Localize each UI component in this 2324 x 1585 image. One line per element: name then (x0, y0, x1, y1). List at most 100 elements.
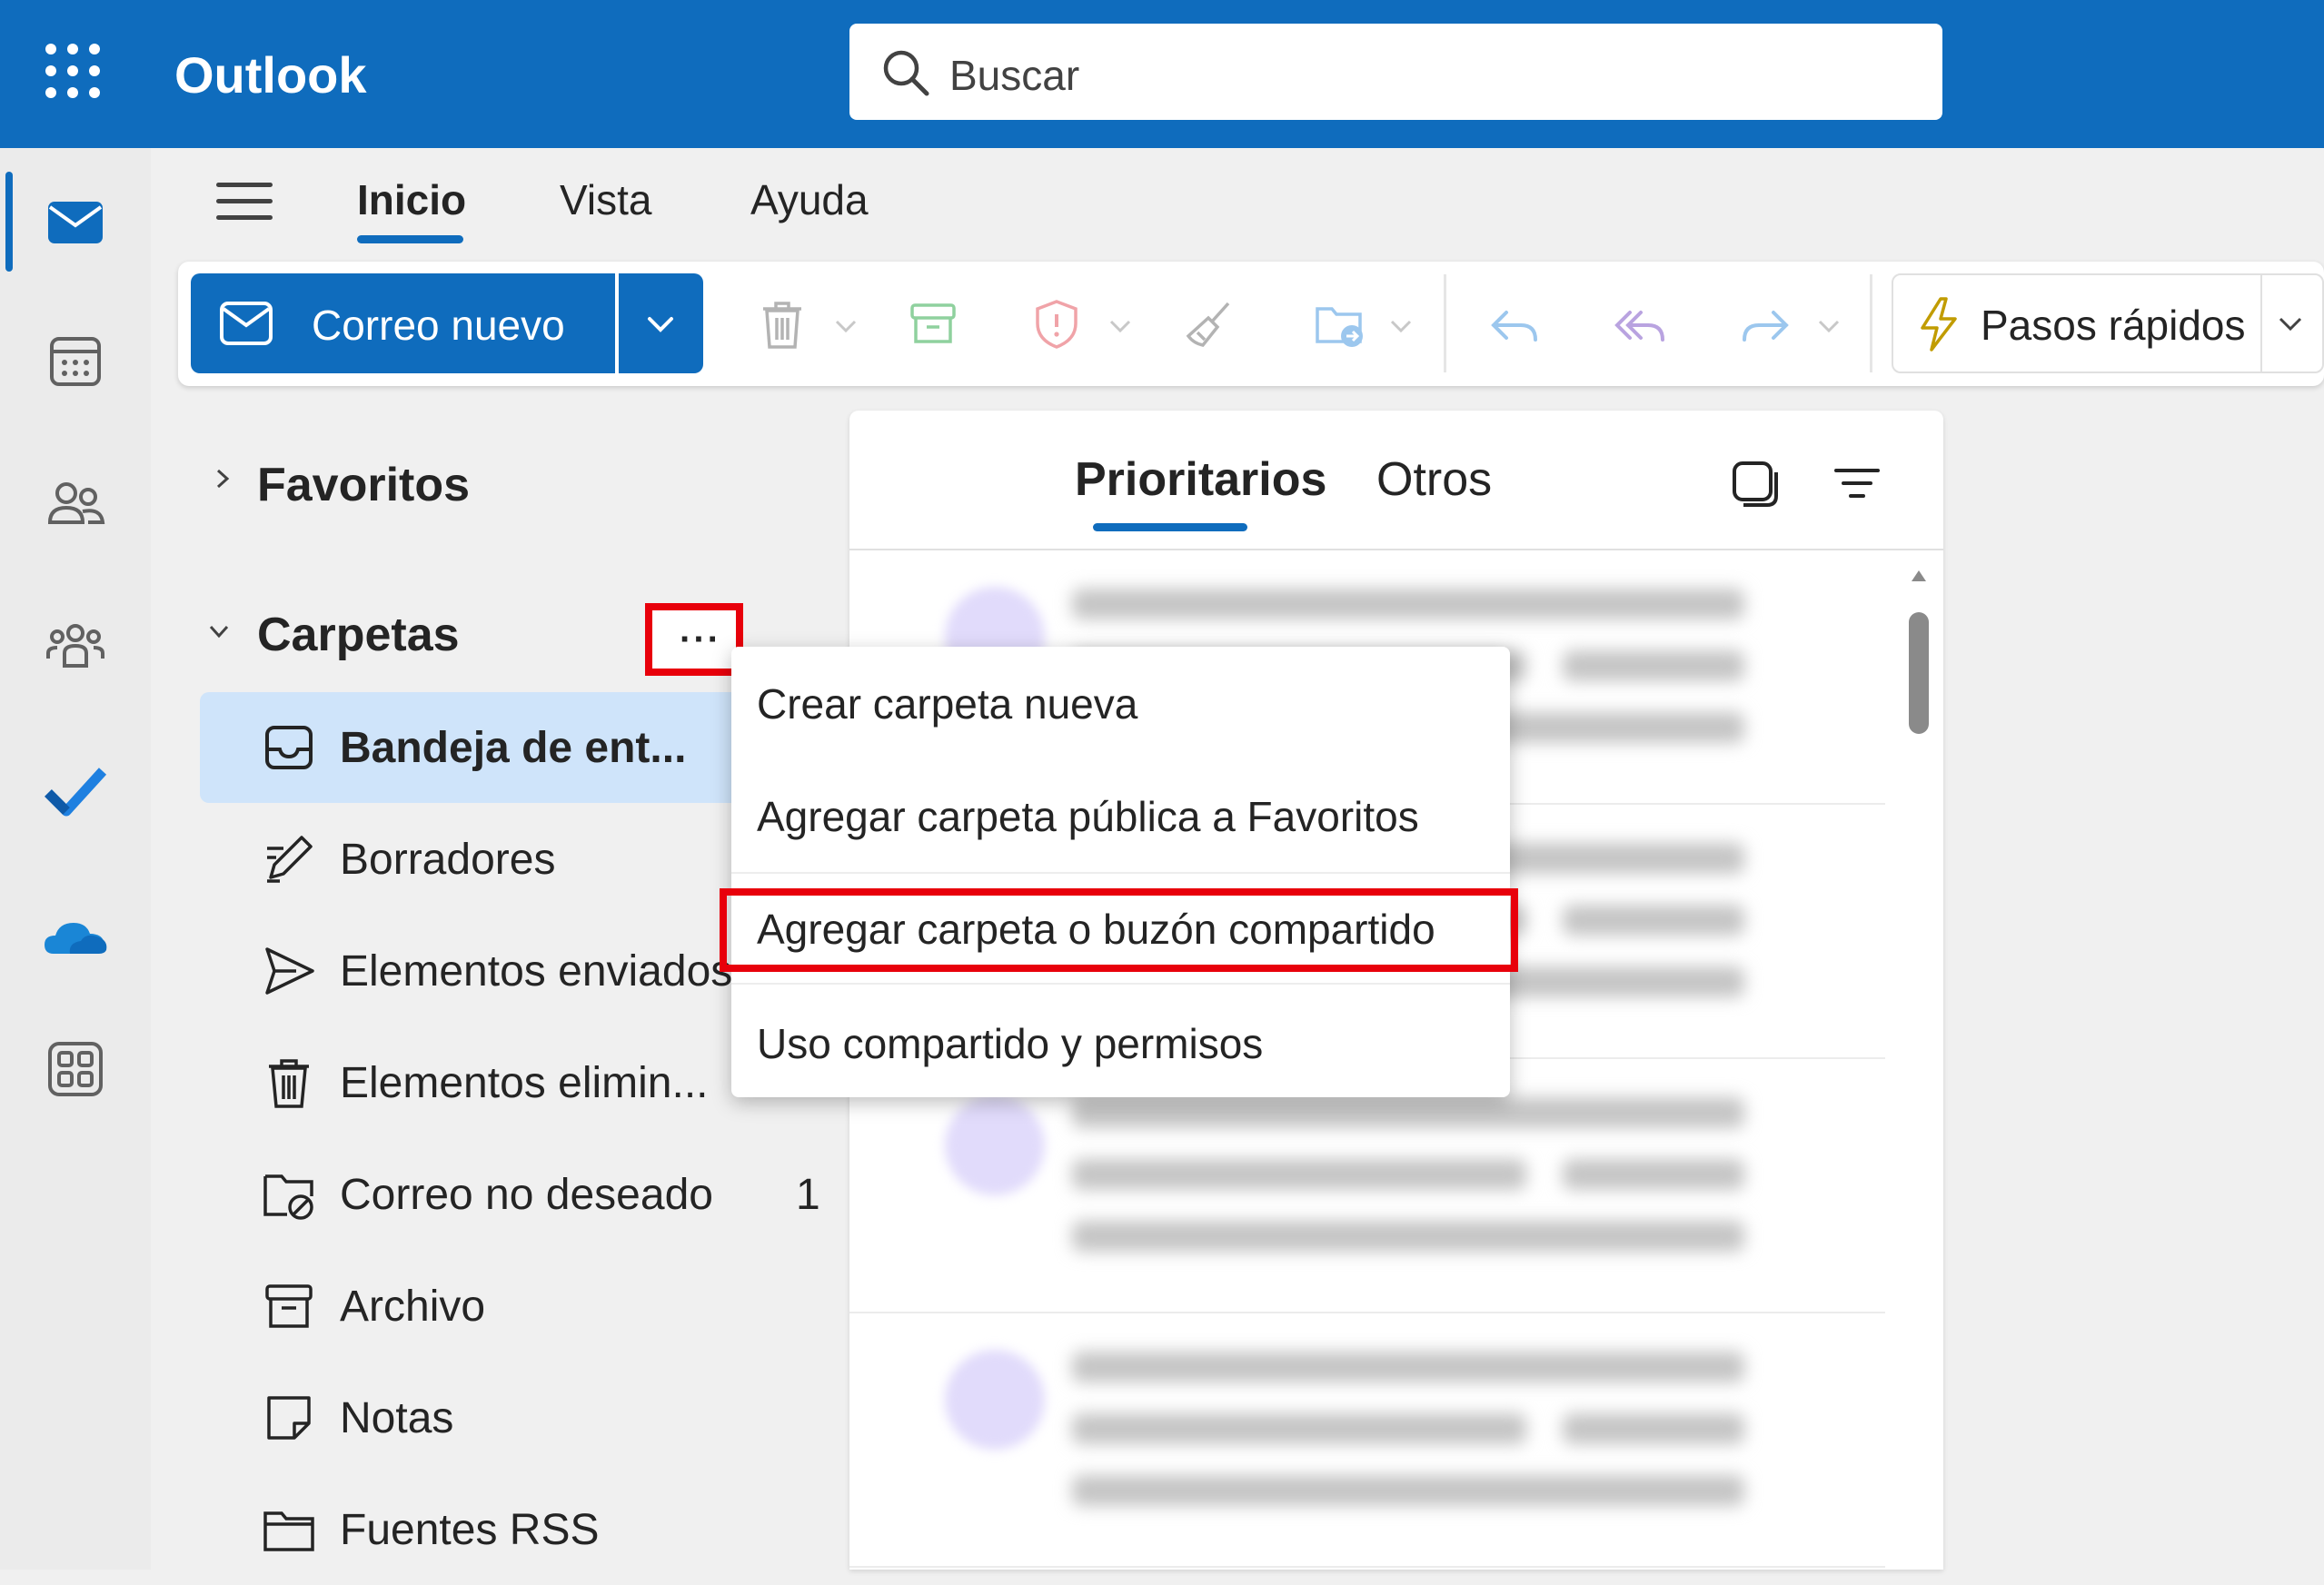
folder-item-sent[interactable]: Elementos enviados (200, 916, 745, 1026)
folder-label: Archivo (340, 1283, 486, 1331)
chevron-down-icon (648, 317, 673, 332)
chevron-down-icon[interactable] (834, 319, 858, 333)
folder-item-deleted[interactable]: Elementos elimin... 2 (200, 1027, 811, 1138)
archive-icon[interactable] (905, 296, 961, 352)
todo-check-icon[interactable] (43, 758, 108, 824)
folder-item-archive[interactable]: Archivo (200, 1251, 745, 1362)
folder-label: Notas (340, 1394, 454, 1442)
tab-vista[interactable]: Vista (560, 175, 651, 224)
forward-icon[interactable] (1737, 296, 1793, 352)
app-rail (0, 148, 151, 1570)
folder-label: Borradores (340, 836, 556, 884)
avatar (945, 1095, 1045, 1195)
blurred-text (1563, 650, 1744, 681)
menu-item-create-folder[interactable]: Crear carpeta nueva (757, 679, 1137, 728)
rail-selection-indicator (5, 172, 13, 272)
new-mail-dropdown-button[interactable] (619, 273, 703, 373)
move-to-folder-icon[interactable] (1312, 296, 1368, 352)
ribbon-toolbar: Correo nuevo Pasos rápidos (178, 262, 2324, 386)
report-shield-icon[interactable] (1028, 296, 1085, 352)
mail-icon[interactable] (43, 189, 108, 254)
app-launcher-icon[interactable] (45, 44, 100, 98)
blurred-text (1072, 1475, 1744, 1506)
highlight-box (720, 888, 1518, 972)
folder-item-junk[interactable]: Correo no deseado 1 (200, 1139, 820, 1250)
quick-steps-divider (2260, 275, 2262, 371)
sweep-broom-icon[interactable] (1181, 296, 1237, 352)
delete-icon[interactable] (754, 296, 810, 352)
blurred-text (1072, 589, 1744, 619)
new-mail-button[interactable]: Correo nuevo (191, 273, 615, 373)
folders-header[interactable]: Carpetas (257, 608, 460, 662)
folder-icon (263, 1511, 314, 1551)
folder-label: Bandeja de ent... (340, 724, 687, 772)
folder-item-notes[interactable]: Notas (200, 1362, 745, 1473)
chevron-down-icon[interactable] (2277, 315, 2304, 333)
folder-item-rss[interactable]: Fuentes RSS (200, 1474, 745, 1585)
tab-focused[interactable]: Prioritarios (1075, 452, 1326, 507)
folder-label: Correo no deseado (340, 1171, 713, 1219)
reply-all-icon[interactable] (1612, 296, 1668, 352)
hamburger-menu-icon[interactable] (216, 183, 273, 220)
folder-label: Elementos elimin... (340, 1059, 709, 1107)
folders-more-options-button[interactable]: ··· (645, 603, 743, 676)
groups-icon[interactable] (43, 611, 108, 677)
folder-label: Fuentes RSS (340, 1506, 600, 1554)
blurred-text (1072, 1097, 1744, 1128)
avatar (945, 1350, 1045, 1450)
menu-item-add-public-folder-favorites[interactable]: Agregar carpeta pública a Favoritos (757, 792, 1419, 841)
filter-icon[interactable] (1832, 460, 1882, 509)
search-placeholder: Buscar (949, 52, 1080, 99)
message-list-header: Prioritarios Otros (849, 411, 1943, 550)
toolbar-divider (1870, 274, 1872, 372)
folder-unread-count: 1 (796, 1171, 820, 1219)
trash-icon (269, 1059, 309, 1108)
active-tab-underline (1093, 523, 1247, 531)
chevron-right-icon[interactable] (213, 469, 233, 489)
top-bar: Outlook Buscar (0, 0, 2324, 148)
tab-ayuda[interactable]: Ayuda (750, 175, 869, 224)
apps-icon[interactable] (43, 1036, 108, 1102)
blurred-text (1072, 1221, 1744, 1252)
menu-separator (731, 983, 1510, 985)
blurred-text (1072, 1413, 1526, 1444)
lightning-bolt-icon (1921, 297, 1957, 352)
more-options-icon: ··· (680, 619, 721, 659)
menu-item-sharing-permissions[interactable]: Uso compartido y permisos (757, 1019, 1263, 1068)
inbox-icon (265, 726, 313, 769)
quick-steps-label: Pasos rápidos (1981, 302, 2246, 349)
blurred-text (1072, 1352, 1744, 1382)
active-tab-underline (357, 235, 463, 243)
toolbar-divider (1444, 274, 1446, 372)
folder-item-inbox[interactable]: Bandeja de ent... 5 (200, 692, 788, 803)
chevron-down-icon[interactable] (1108, 319, 1132, 333)
blurred-text (1563, 1413, 1744, 1444)
tab-inicio[interactable]: Inicio (357, 175, 466, 224)
blurred-text (1563, 1159, 1744, 1190)
tab-other[interactable]: Otros (1376, 452, 1492, 507)
menu-separator (731, 872, 1510, 874)
onedrive-cloud-icon[interactable] (43, 905, 108, 970)
reply-icon[interactable] (1486, 296, 1543, 352)
scroll-up-arrow-icon[interactable] (1912, 570, 1926, 581)
folder-item-drafts[interactable]: Borradores (200, 804, 745, 915)
search-icon (883, 50, 929, 96)
select-mode-icon[interactable] (1731, 460, 1780, 509)
blurred-text (1563, 905, 1744, 936)
search-box[interactable]: Buscar (849, 24, 1942, 120)
message-item[interactable] (849, 1313, 1885, 1568)
folders-context-menu: Crear carpeta nueva Agregar carpeta públ… (720, 647, 1518, 1097)
message-list-scrollbar[interactable] (1909, 565, 1929, 1570)
chevron-down-icon[interactable] (1389, 319, 1413, 333)
chevron-down-icon[interactable] (1817, 319, 1841, 333)
app-title: Outlook (174, 46, 367, 104)
calendar-icon[interactable] (43, 328, 108, 393)
quick-steps-button[interactable]: Pasos rápidos (1892, 273, 2324, 373)
chevron-down-icon[interactable] (209, 621, 229, 641)
scrollbar-thumb[interactable] (1909, 612, 1929, 734)
favorites-header[interactable]: Favoritos (257, 458, 470, 512)
people-icon[interactable] (43, 471, 108, 537)
message-item[interactable] (849, 1059, 1885, 1313)
ribbon-tabs: Inicio Vista Ayuda (151, 148, 2324, 253)
note-icon (267, 1396, 311, 1440)
